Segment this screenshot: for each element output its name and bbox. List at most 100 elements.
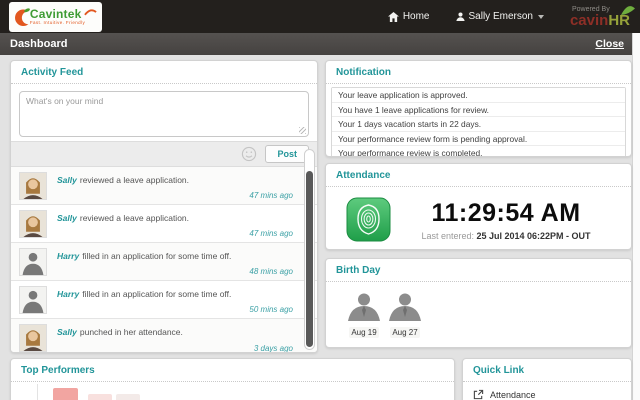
app-header: Cavintek Fast. Intuitive. Friendly Home …	[0, 0, 640, 33]
feed-text: Harry filled in an application for some t…	[57, 286, 293, 299]
page-title: Dashboard	[10, 38, 68, 50]
feed-text: Sally punched in her attendance.	[57, 324, 293, 337]
nav-user-menu[interactable]: Sally Emerson	[455, 11, 544, 22]
logo-swoosh-icon	[84, 9, 97, 16]
cavinhr-brand-left: cavin	[569, 11, 609, 29]
top-performers-chart	[11, 382, 454, 400]
feed-text: Harry filled in an application for some t…	[57, 248, 293, 261]
quick-link-attendance[interactable]: Attendance	[463, 382, 631, 400]
status-input[interactable]	[19, 91, 309, 137]
quick-link-title: Quick Link	[463, 359, 631, 382]
feed-timestamp: 48 mins ago	[249, 267, 293, 276]
feed-item[interactable]: Harry filled in an application for some t…	[11, 281, 317, 319]
avatar	[19, 248, 47, 276]
attendance-panel: Attendance 11:29:54 AM Last entered: 25 …	[325, 163, 632, 250]
textarea-resize-handle[interactable]	[299, 127, 306, 134]
external-link-icon	[473, 389, 484, 400]
birthday-body: Aug 19 Aug 27	[326, 282, 631, 340]
birthday-person[interactable]: Aug 27	[385, 290, 425, 340]
feed-item[interactable]: Sally punched in her attendance. 3 days a…	[11, 319, 317, 353]
home-icon	[387, 11, 399, 22]
chart-axis	[37, 384, 38, 400]
header-nav: Home Sally Emerson Powered By cavinHR	[387, 0, 635, 33]
feed-action: filled in an application for some time o…	[82, 251, 232, 261]
notification-item[interactable]: Your 1 days vacation starts in 22 days.	[332, 117, 625, 132]
notification-item[interactable]: Your performance review is completed.	[332, 146, 625, 156]
top-performers-title: Top Performers	[11, 359, 454, 382]
logo-tagline: Fast. Intuitive. Friendly	[29, 20, 86, 26]
attendance-title: Attendance	[326, 164, 631, 187]
chart-bar	[53, 388, 78, 400]
nav-home[interactable]: Home	[387, 11, 430, 22]
dashboard-bar: Dashboard Close	[0, 33, 640, 55]
feed-scrollbar-thumb[interactable]	[306, 171, 313, 347]
nav-home-label: Home	[402, 11, 430, 22]
notification-item[interactable]: Your leave application is approved.	[332, 88, 625, 103]
attendance-clock-block: 11:29:54 AM Last entered: 25 Jul 2014 06…	[391, 199, 621, 241]
feed-actor[interactable]: Sally	[57, 327, 77, 337]
notification-item[interactable]: You have 1 leave applications for review…	[332, 102, 625, 117]
notification-panel: Notification Your leave application is a…	[325, 60, 632, 157]
feed-action: reviewed a leave application.	[79, 175, 190, 185]
feed-timestamp: 47 mins ago	[249, 229, 293, 238]
birthday-panel: Birth Day Aug 19 Aug 27	[325, 258, 632, 348]
post-button[interactable]: Post	[265, 145, 309, 163]
quick-link-panel: Quick Link Attendance	[462, 358, 632, 400]
feed-scrollbar[interactable]	[304, 149, 315, 350]
person-silhouette-icon	[348, 293, 380, 321]
last-entered-label: Last entered:	[421, 230, 474, 241]
logo-brand-text: Cavintek	[29, 7, 82, 22]
last-entered-value: 25 Jul 2014 06:22PM - OUT	[476, 230, 591, 241]
chart-bar	[88, 394, 112, 400]
composer-footer: Post	[11, 141, 317, 166]
feed-action: filled in an application for some time o…	[82, 289, 232, 299]
notification-list: Your leave application is approved. You …	[331, 87, 626, 156]
feed-action: punched in her attendance.	[79, 327, 183, 337]
avatar	[19, 286, 47, 314]
top-performers-panel: Top Performers	[10, 358, 455, 400]
birthday-person[interactable]: Aug 19	[344, 290, 384, 340]
page-scrollbar[interactable]	[632, 33, 640, 400]
cavinhr-logo: cavinHR	[569, 5, 635, 29]
feed-list: Sally reviewed a leave application. 47 mi…	[11, 166, 317, 353]
feed-actor[interactable]: Harry	[57, 251, 79, 261]
feed-item[interactable]: Harry filled in an application for some t…	[11, 243, 317, 281]
feed-actor[interactable]: Sally	[57, 175, 77, 185]
birthday-date: Aug 27	[390, 327, 420, 338]
feed-item[interactable]: Sally reviewed a leave application. 47 mi…	[11, 167, 317, 205]
activity-feed-panel: Activity Feed Post Sallyreviewed a leave…	[10, 60, 318, 353]
fingerprint-punch-icon[interactable]	[346, 197, 391, 242]
emoticon-icon[interactable]	[241, 146, 257, 162]
caret-down-icon	[537, 14, 544, 19]
feed-timestamp: 47 mins ago	[249, 191, 293, 200]
nav-user-name: Sally Emerson	[468, 11, 533, 22]
avatar	[19, 172, 47, 200]
powered-by-block[interactable]: Powered By cavinHR	[569, 5, 635, 29]
close-link[interactable]: Close	[595, 38, 624, 50]
cavintek-logo-inner: Cavintek Fast. Intuitive. Friendly	[14, 7, 97, 28]
feed-text: Sally reviewed a leave application.	[57, 172, 293, 185]
feed-actor[interactable]: Harry	[57, 289, 79, 299]
attendance-clock: 11:29:54 AM	[431, 198, 581, 227]
person-silhouette-icon	[389, 293, 421, 321]
leaf-icon	[621, 5, 635, 15]
quick-link-label: Attendance	[490, 389, 536, 400]
user-icon	[455, 12, 465, 21]
feed-actor[interactable]: Sally	[57, 213, 77, 223]
status-composer	[11, 84, 317, 137]
notification-title: Notification	[326, 61, 631, 84]
activity-feed-title: Activity Feed	[11, 61, 317, 84]
avatar	[19, 324, 47, 352]
feed-timestamp: 50 mins ago	[249, 305, 293, 314]
feed-action: reviewed a leave application.	[79, 213, 190, 223]
birthday-title: Birth Day	[326, 259, 631, 282]
attendance-body: 11:29:54 AM Last entered: 25 Jul 2014 06…	[326, 187, 631, 242]
attendance-last-entered: Last entered: 25 Jul 2014 06:22PM - OUT	[391, 231, 621, 241]
cavintek-logo[interactable]: Cavintek Fast. Intuitive. Friendly	[9, 2, 102, 32]
feed-item[interactable]: Sally reviewed a leave application. 47 mi…	[11, 205, 317, 243]
notification-item[interactable]: Your performance review form is pending …	[332, 131, 625, 146]
birthday-date: Aug 19	[349, 327, 379, 338]
avatar	[19, 210, 47, 238]
feed-timestamp: 3 days ago	[253, 344, 293, 353]
feed-text: Sally reviewed a leave application.	[57, 210, 293, 223]
